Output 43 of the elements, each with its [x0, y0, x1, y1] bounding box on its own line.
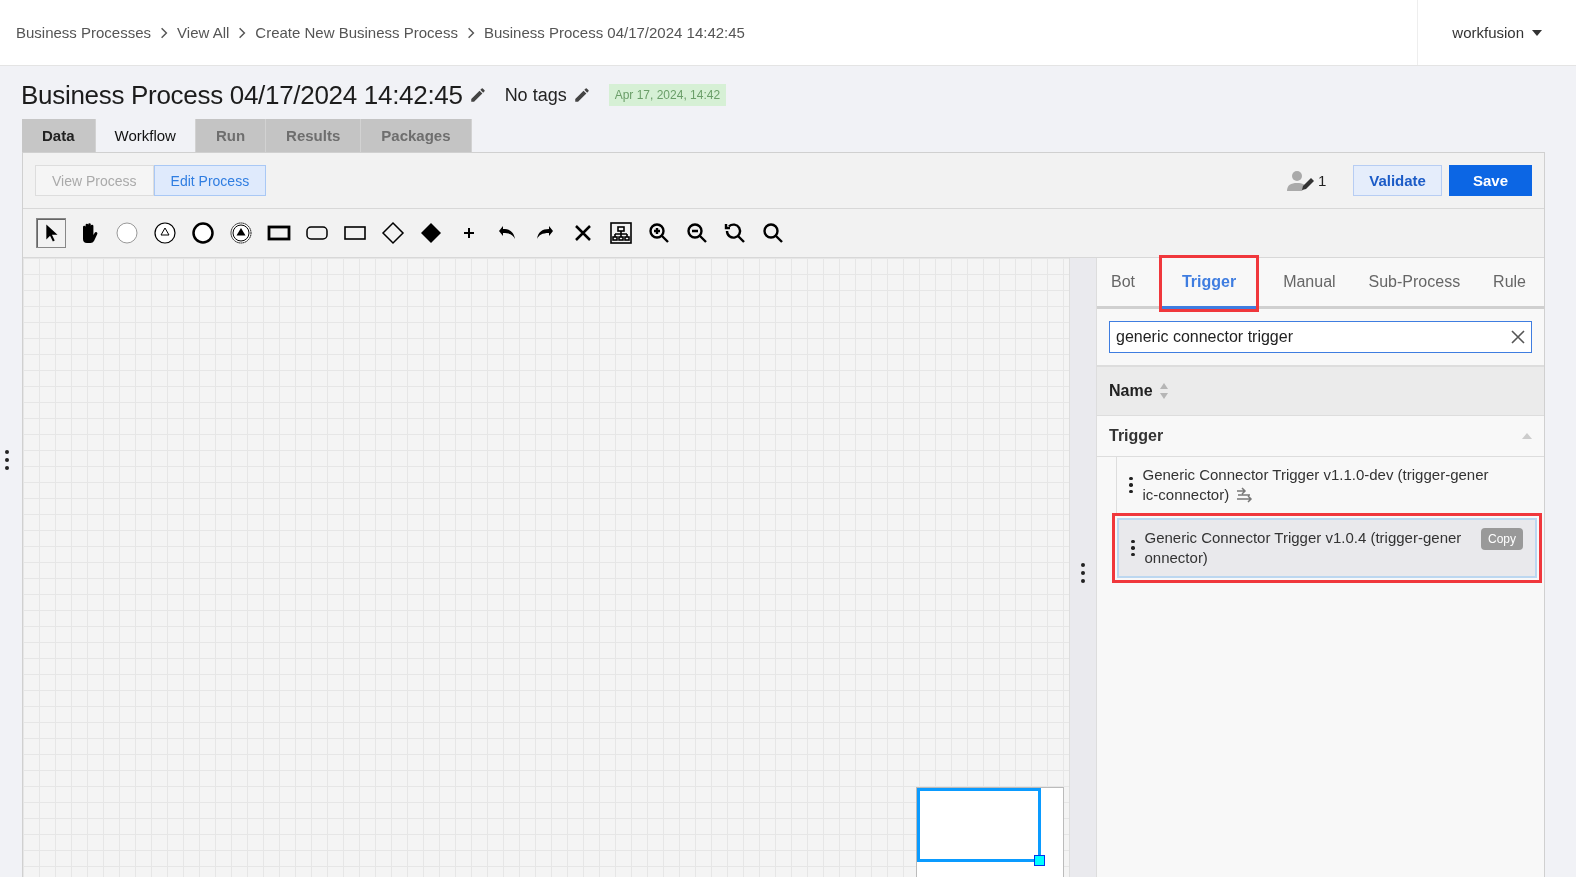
group-header[interactable]: Trigger	[1109, 427, 1164, 445]
breadcrumb-link[interactable]: Business Processes	[16, 24, 152, 41]
tab[interactable]: Data	[22, 119, 96, 152]
more-icon[interactable]	[1081, 562, 1085, 583]
palette-item[interactable]: Generic Connector Trigger v1.0.4 (trigger-gener onnector) Copy	[1117, 518, 1537, 578]
palette-tab[interactable]: Bot	[1105, 258, 1141, 309]
item-name: ic-connector)	[1142, 485, 1489, 505]
more-icon[interactable]	[1131, 539, 1135, 557]
edit-icon[interactable]	[572, 86, 591, 104]
pointer-icon[interactable]	[36, 218, 66, 248]
item-name: Generic Connector Trigger v1.0.4 (trigger-gener	[1144, 528, 1462, 548]
minimap[interactable]	[916, 787, 1064, 877]
chevron-right-icon	[160, 26, 169, 39]
palette-tab[interactable]: Manual	[1277, 258, 1342, 309]
clear-icon[interactable]	[1511, 330, 1525, 344]
palette-tab[interactable]: Trigger	[1161, 258, 1257, 309]
palette-item[interactable]: Generic Connector Trigger v1.1.0-dev (trigger-gener ic-connector)	[1117, 457, 1544, 513]
timestamp-badge: Apr 17, 2024, 14:42	[608, 84, 727, 106]
breadcrumb-link[interactable]: Business Process 04/17/2024 14:42:45	[483, 24, 745, 41]
item-name: onnector)	[1144, 548, 1209, 568]
chevron-right-icon	[466, 26, 475, 39]
caret-icon	[1532, 29, 1542, 36]
edit-icon[interactable]	[468, 86, 487, 104]
copy-badge[interactable]: Copy	[1481, 528, 1523, 550]
page-title: Business Process 04/17/2024 14:42:45	[21, 79, 463, 111]
minimap-viewport[interactable]	[917, 788, 1041, 862]
save-button[interactable]: Save	[1448, 165, 1532, 196]
breadcrumb-link[interactable]: Create New Business Process	[255, 24, 458, 41]
validate-button[interactable]: Validate	[1353, 165, 1442, 196]
palette-tab[interactable]: Sub-Process	[1362, 258, 1467, 309]
more-icon[interactable]	[1129, 476, 1133, 494]
column-header[interactable]: Name	[1109, 382, 1153, 400]
chevron-right-icon	[238, 26, 247, 39]
breadcrumb-link[interactable]: View All	[177, 24, 230, 41]
search-field[interactable]: generic connector trigger	[1109, 321, 1532, 353]
resize-handle[interactable]	[1034, 855, 1045, 866]
tags-label: No tags	[504, 84, 567, 106]
mode-toggle-button[interactable]: Edit Process	[153, 165, 267, 196]
more-icon[interactable]	[5, 450, 9, 470]
editor-count: 1	[1317, 172, 1327, 189]
palette-tab[interactable]: Rule	[1487, 258, 1532, 309]
item-name: Generic Connector Trigger v1.1.0-dev (trigger-gener	[1142, 465, 1489, 485]
user-edit-icon	[1286, 169, 1315, 192]
